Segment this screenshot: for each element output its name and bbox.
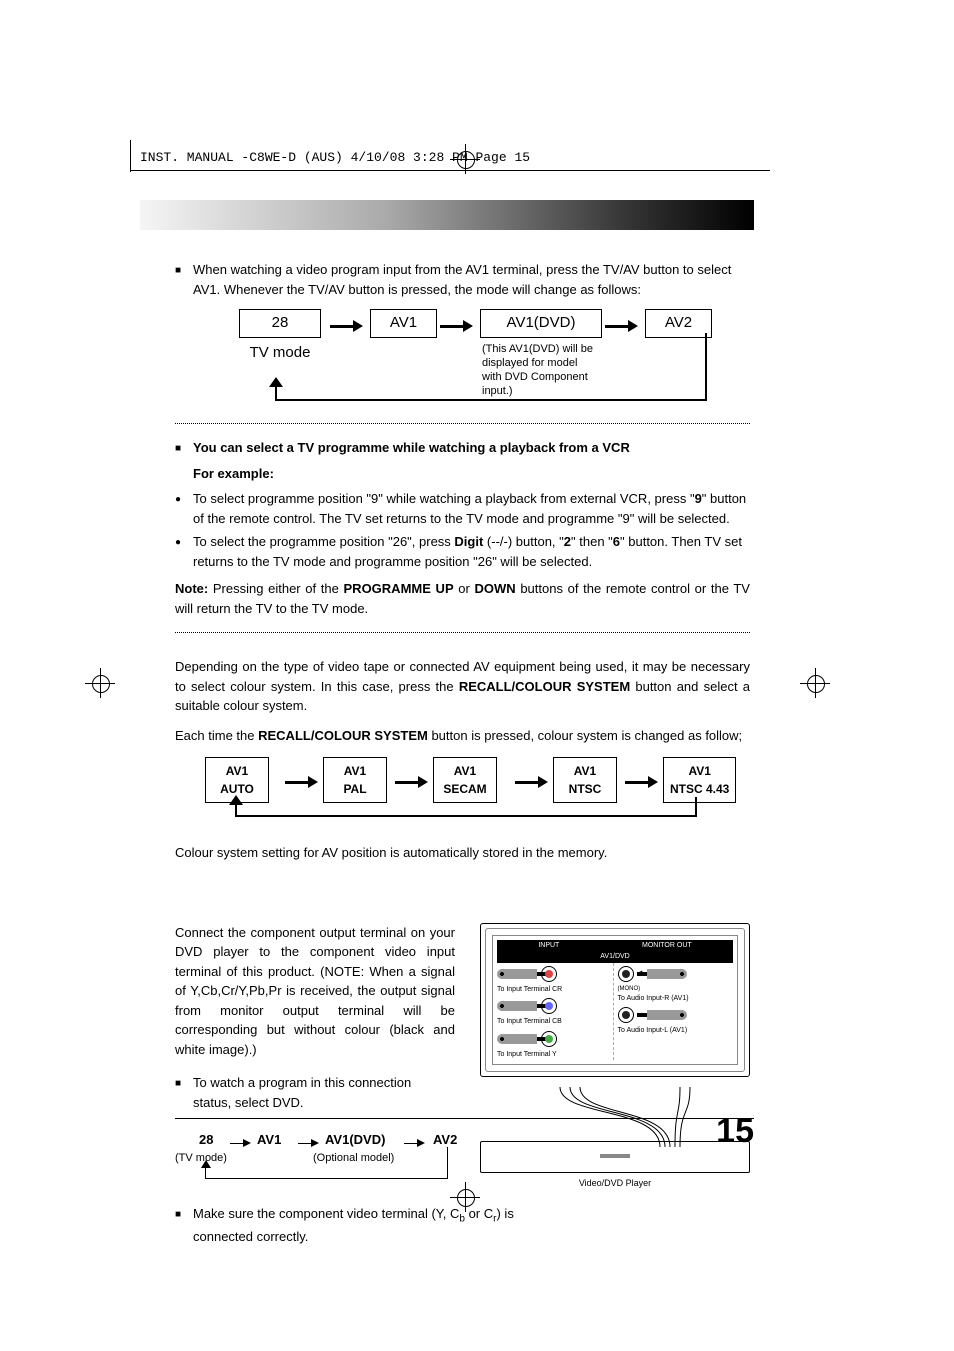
connection-diagram: INPUT MONITOR OUT AV1/DVD To Input Termi…	[480, 923, 750, 1191]
colour-system-flow: AV1AUTO AV1PAL AV1SECAM AV1NTSC AV1NTSC …	[175, 757, 750, 837]
cflow-ntsc: AV1NTSC	[553, 757, 617, 803]
colour-system-p1: Depending on the type of video tape or c…	[175, 657, 750, 716]
example-bullet-2: To select the programme position "26", p…	[193, 532, 750, 571]
av-mode-flow: 28 TV mode AV1 AV1(DVD) (This AV1(DVD) w…	[175, 309, 750, 409]
cflow-secam: AV1SECAM	[433, 757, 497, 803]
component-bullet-2: Make sure the component video terminal (…	[193, 1204, 533, 1246]
intro-text: When watching a video program input from…	[193, 260, 750, 299]
example-bullet-1: To select programme position "9" while w…	[193, 489, 750, 528]
colour-system-p3: Colour system setting for AV position is…	[175, 843, 750, 863]
footer-rule	[175, 1118, 754, 1119]
component-bullet-1: To watch a program in this connection st…	[193, 1073, 453, 1112]
flow-node-28-sub: TV mode	[235, 342, 325, 365]
flow-node-av1dvd: AV1(DVD)	[480, 309, 602, 338]
page-number: 15	[716, 1112, 754, 1151]
flow-node-av2: AV2	[645, 309, 712, 338]
diagram-player-label: Video/DVD Player	[480, 1177, 750, 1191]
for-example-label: For example:	[193, 464, 750, 484]
flow-node-av1dvd-note: (This AV1(DVD) will be displayed for mod…	[480, 338, 600, 403]
flow-node-av1: AV1	[370, 309, 437, 338]
cflow-ntsc443: AV1NTSC 4.43	[663, 757, 736, 803]
component-intro: Connect the component output terminal on…	[175, 923, 455, 1060]
note-text: Note: Pressing either of the PROGRAMME U…	[175, 579, 750, 618]
section-banner	[140, 200, 754, 230]
section-heading-vcr: You can select a TV programme while watc…	[193, 438, 750, 458]
flow-node-28: 28	[239, 309, 321, 338]
header-imprint: INST. MANUAL -C8WE-D (AUS) 4/10/08 3:28 …	[140, 150, 530, 165]
colour-system-p2: Each time the RECALL/COLOUR SYSTEM butto…	[175, 726, 750, 746]
cflow-pal: AV1PAL	[323, 757, 387, 803]
